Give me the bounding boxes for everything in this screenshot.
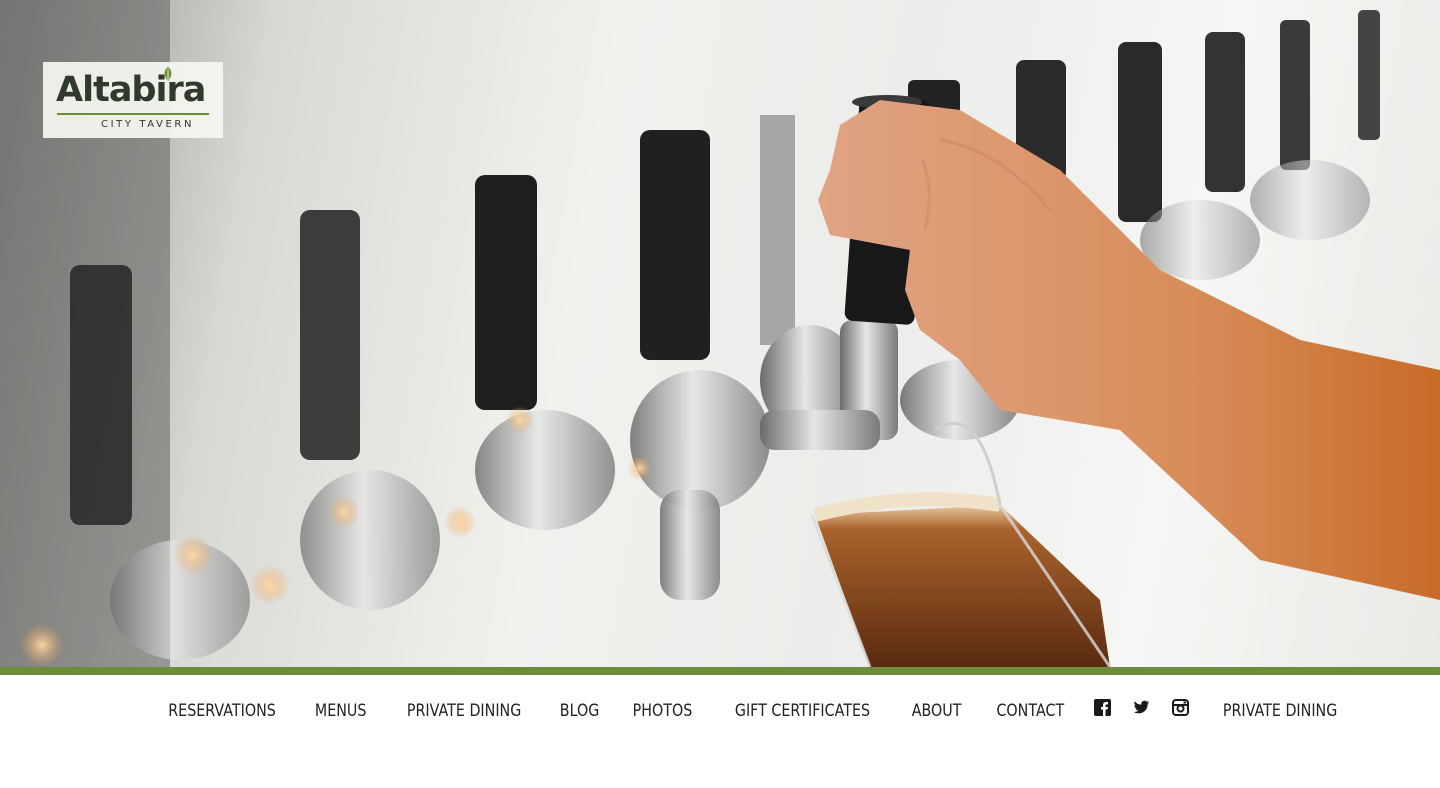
nav-item-reservations[interactable]: RESERVATIONS bbox=[169, 701, 277, 721]
facebook-icon[interactable] bbox=[1093, 698, 1111, 716]
nav-item-about[interactable]: ABOUT bbox=[912, 701, 962, 721]
nav-item-menus[interactable]: MENUS bbox=[315, 701, 367, 721]
nav-item-private-dining[interactable]: PRIVATE DINING bbox=[407, 701, 521, 721]
nav-item-photos[interactable]: PHOTOS bbox=[633, 701, 693, 721]
logo-divider bbox=[57, 113, 209, 115]
nav-item-gift-certificates[interactable]: GIFT CERTIFICATES bbox=[735, 701, 870, 721]
logo[interactable]: Altabira CITY TAVERN bbox=[43, 62, 223, 138]
logo-subtitle: CITY TAVERN bbox=[101, 119, 195, 130]
twitter-icon[interactable] bbox=[1133, 699, 1150, 716]
hero-image: Altabira CITY TAVERN bbox=[0, 0, 1440, 667]
instagram-icon[interactable] bbox=[1171, 698, 1189, 716]
nav-item-private-dining-secondary[interactable]: PRIVATE DINING bbox=[1223, 701, 1337, 721]
accent-divider bbox=[0, 667, 1440, 675]
main-navigation: RESERVATIONS MENUS PRIVATE DINING BLOG P… bbox=[146, 696, 1360, 726]
logo-title: Altabira bbox=[56, 70, 206, 110]
nav-item-contact[interactable]: CONTACT bbox=[997, 701, 1065, 721]
nav-item-blog[interactable]: BLOG bbox=[560, 701, 600, 721]
